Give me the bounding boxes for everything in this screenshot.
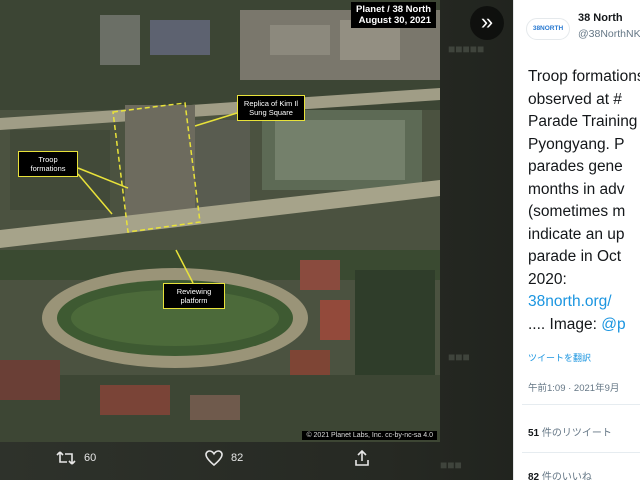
- heart-icon: [205, 450, 223, 466]
- like-button[interactable]: 82: [205, 450, 243, 466]
- image-credit-prefix: .... Image:: [528, 315, 602, 333]
- like-stat[interactable]: 82 件のいいね: [528, 468, 592, 480]
- share-button[interactable]: [354, 450, 370, 466]
- retweet-stat-count: 51: [528, 428, 540, 439]
- tweet-text: Troop formations observed at # Parade Tr…: [528, 66, 640, 336]
- like-stat-label: 件のいいね: [539, 472, 592, 480]
- tweet-timestamp[interactable]: 午前1:09 · 2021年9月: [528, 380, 619, 394]
- tweet-line: Parade Training: [528, 113, 638, 130]
- retweet-stat[interactable]: 51 件のリツイート: [528, 424, 612, 439]
- tweet-line: months in adv: [528, 180, 625, 198]
- tweet-line: observed at #: [528, 90, 622, 108]
- retweet-stat-label: 件のリツイート: [539, 428, 612, 439]
- annotation-replica-square: Replica of Kim Il Sung Square: [237, 95, 305, 121]
- ghost-text-2: ■■■: [448, 350, 470, 364]
- translate-tweet-link[interactable]: ツイートを翻訳: [528, 351, 591, 364]
- image-caption: Planet / 38 North August 30, 2021: [351, 2, 436, 28]
- image-copyright: © 2021 Planet Labs, Inc. cc-by-nc-sa 4.0: [302, 431, 437, 440]
- tweet-line: Pyongyang. P: [528, 135, 625, 153]
- tweet-line: 2020:: [528, 270, 567, 288]
- like-count: 82: [231, 452, 244, 464]
- share-icon: [355, 450, 369, 466]
- tweet-author-header[interactable]: 38NORTH 38 North @38NorthNK: [520, 10, 640, 50]
- divider: [522, 452, 640, 453]
- satellite-image: Planet / 38 North August 30, 2021 Troop …: [0, 0, 440, 442]
- tweet-line: parade in Oct: [528, 248, 622, 265]
- retweet-icon: [56, 451, 76, 465]
- annotation-reviewing-platform: Reviewing platform: [163, 283, 225, 309]
- divider: [522, 404, 640, 405]
- image-credit-mention[interactable]: @p: [601, 316, 625, 333]
- tweet-line: (sometimes m: [528, 203, 626, 220]
- toggle-panel-chevron-icon[interactable]: »: [470, 6, 504, 40]
- account-avatar[interactable]: 38NORTH: [526, 18, 570, 40]
- tweet-panel: 38NORTH 38 North @38NorthNK Troop format…: [513, 0, 640, 480]
- tweet-image-credit: .... Image: @p: [528, 314, 640, 337]
- caption-date: August 30, 2021: [358, 15, 431, 26]
- retweet-button[interactable]: 60: [56, 450, 96, 466]
- like-stat-count: 82: [528, 472, 540, 480]
- tweet-line: parades gene: [528, 158, 623, 175]
- ghost-text-3: ■■■: [440, 458, 462, 472]
- tweet-line: Troop formations: [528, 68, 640, 85]
- satellite-image-drawing: [0, 0, 440, 442]
- tweet-link[interactable]: 38north.org/: [528, 291, 640, 314]
- retweet-count: 60: [84, 452, 97, 464]
- account-name[interactable]: 38 North: [578, 12, 623, 24]
- caption-source: Planet / 38 North: [356, 4, 431, 15]
- account-handle[interactable]: @38NorthNK: [578, 28, 640, 40]
- tweet-line: indicate an up: [528, 225, 625, 243]
- tweet-action-bar: 60 82: [0, 446, 440, 476]
- ghost-text-1: ■■■■■: [448, 42, 485, 56]
- annotation-troop-formations: Troop formations: [18, 151, 78, 177]
